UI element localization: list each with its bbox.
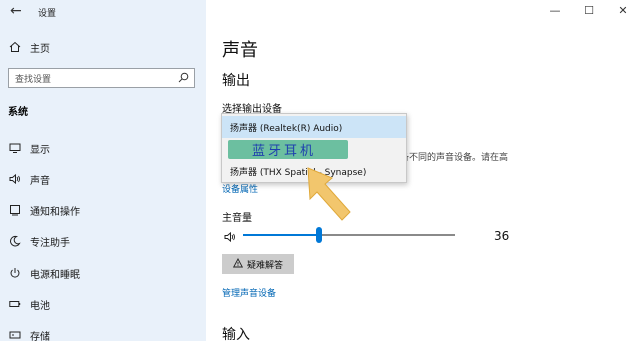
speaker-icon: [0, 173, 30, 185]
sidebar-item-label: 通知和操作: [30, 206, 80, 218]
back-arrow-icon[interactable]: ←: [10, 3, 22, 19]
volume-value: 36: [494, 229, 510, 243]
sidebar-item-label: 声音: [30, 175, 50, 187]
window-controls: — ☐ ✕: [538, 0, 640, 20]
sidebar-item-focus-assist[interactable]: 专注助手: [0, 230, 206, 252]
sidebar-item-label: 存储: [30, 331, 50, 341]
device-properties-link[interactable]: 设备属性: [222, 182, 258, 195]
sidebar-group-heading: 系统: [8, 107, 28, 118]
volume-speaker-icon[interactable]: [224, 228, 236, 247]
minimize-button[interactable]: —: [538, 0, 572, 20]
display-icon: [0, 142, 30, 154]
storage-icon: [0, 329, 30, 341]
sidebar-item-sound[interactable]: 声音: [0, 168, 206, 190]
dropdown-option-realtek[interactable]: 扬声器 (Realtek(R) Audio): [222, 116, 406, 138]
title-bar: ← 设置: [0, 0, 206, 24]
battery-icon: [0, 298, 30, 310]
sidebar-item-label: 电源和睡眠: [30, 269, 80, 281]
troubleshoot-button[interactable]: 疑难解答: [222, 254, 294, 274]
dropdown-option-bluetooth-headset[interactable]: 蓝牙耳机: [228, 140, 348, 159]
sidebar-item-label: 电池: [30, 300, 50, 312]
sidebar-item-power-sleep[interactable]: 电源和睡眠: [0, 262, 206, 284]
search-placeholder: 查找设置: [15, 74, 52, 85]
input-section-heading: 输入: [222, 327, 250, 341]
close-button[interactable]: ✕: [606, 0, 640, 20]
moon-icon: [0, 235, 30, 247]
warning-icon: [232, 257, 244, 271]
page-title: 声音: [222, 40, 258, 61]
sidebar-item-label: 专注助手: [30, 237, 70, 249]
device-hint-text: 备不同的声音设备。请在高: [400, 153, 509, 163]
search-icon[interactable]: [178, 72, 189, 86]
output-section-heading: 输出: [222, 73, 250, 89]
sidebar-item-storage[interactable]: 存储: [0, 324, 206, 341]
power-icon: [0, 267, 30, 279]
notification-icon: [0, 204, 30, 216]
search-input[interactable]: 查找设置: [8, 68, 195, 88]
volume-slider[interactable]: [243, 227, 455, 243]
manage-sound-devices-link[interactable]: 管理声音设备: [222, 286, 276, 299]
sidebar-item-label: 主页: [30, 43, 50, 55]
sidebar-item-home[interactable]: 主页: [0, 36, 206, 58]
annotation-arrow: [307, 167, 351, 221]
sidebar-item-battery[interactable]: 电池: [0, 293, 206, 315]
maximize-button[interactable]: ☐: [572, 0, 606, 20]
app-title: 设置: [38, 9, 57, 19]
sidebar-item-display[interactable]: 显示: [0, 137, 206, 159]
troubleshoot-label: 疑难解答: [246, 260, 283, 271]
master-volume-label: 主音量: [222, 213, 252, 224]
volume-slider-fill: [243, 234, 320, 236]
home-icon: [0, 41, 30, 53]
sidebar-item-label: 显示: [30, 144, 50, 156]
sidebar-item-notifications[interactable]: 通知和操作: [0, 199, 206, 221]
sidebar: ← 设置 主页 查找设置 系统 显示 声音 通知和操作 专注助手 电源和睡眠 电…: [0, 0, 206, 341]
volume-slider-thumb[interactable]: [316, 227, 323, 243]
